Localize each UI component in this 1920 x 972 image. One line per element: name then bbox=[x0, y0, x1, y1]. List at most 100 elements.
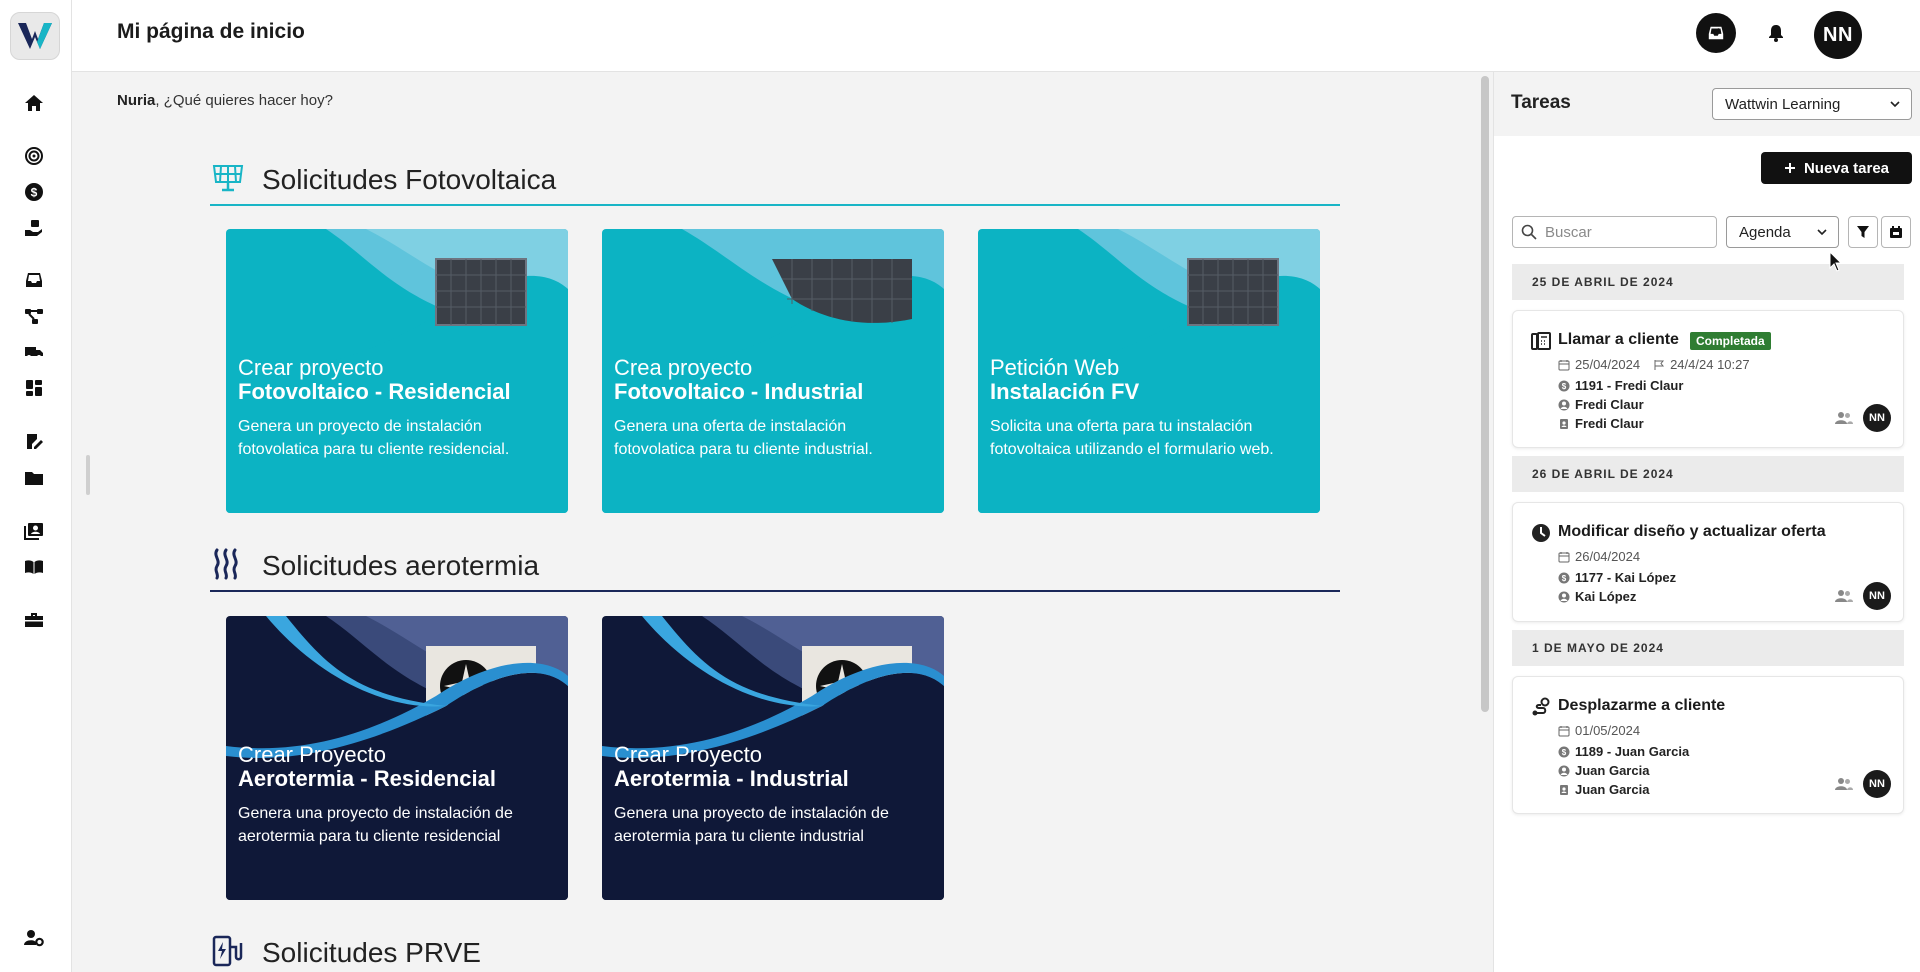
top-header: Mi página de inicio NN bbox=[72, 0, 1920, 72]
task-project: $ 1189 - Juan Garcia bbox=[1558, 744, 1689, 759]
assignee-avatar[interactable]: NN bbox=[1863, 582, 1891, 610]
calendar-button[interactable] bbox=[1881, 216, 1911, 248]
main-scrollbar[interactable] bbox=[1478, 72, 1492, 972]
contacts-icon[interactable] bbox=[22, 519, 46, 543]
task-date: 25/04/2024 bbox=[1575, 357, 1641, 372]
home-icon[interactable] bbox=[22, 91, 46, 115]
task-title: Modificar diseño y actualizar oferta bbox=[1558, 523, 1826, 540]
dollar-icon: $ bbox=[1558, 746, 1570, 757]
page-title: Mi página de inicio bbox=[117, 20, 305, 43]
task-card[interactable]: Llamar a cliente Completada 25/04/2024 2… bbox=[1512, 310, 1904, 448]
contact-card-icon bbox=[1560, 784, 1568, 795]
user-avatar[interactable]: NN bbox=[1814, 11, 1862, 59]
card-fv-industrial[interactable]: Crea proyecto Fotovoltaico - Industrial … bbox=[602, 229, 944, 513]
view-select[interactable]: Agenda bbox=[1726, 216, 1839, 248]
card-title-line1: Crea proyecto bbox=[614, 355, 753, 380]
date-header: 25 DE ABRIL DE 2024 bbox=[1512, 264, 1904, 300]
book-icon[interactable] bbox=[22, 555, 46, 579]
task-contact: Juan Garcia bbox=[1558, 763, 1649, 778]
task-contact-label: Fredi Claur bbox=[1575, 397, 1644, 412]
assignee-avatar[interactable]: NN bbox=[1863, 404, 1891, 432]
plus-icon bbox=[1784, 163, 1795, 173]
notifications-button[interactable] bbox=[1756, 13, 1796, 53]
task-contact-label: Juan Garcia bbox=[1575, 763, 1650, 778]
folder-icon[interactable] bbox=[22, 466, 46, 490]
users-icon bbox=[1835, 412, 1853, 424]
task-project-label: 1189 - Juan Garcia bbox=[1575, 744, 1690, 759]
dollar-icon[interactable]: $ bbox=[22, 180, 46, 204]
task-contact: Kai López bbox=[1558, 589, 1636, 604]
chevron-down-icon bbox=[1890, 101, 1900, 108]
card-title-line2: Aerotermia - Residencial bbox=[238, 766, 496, 791]
date-header: 26 DE ABRIL DE 2024 bbox=[1512, 456, 1904, 492]
toolbox-icon[interactable] bbox=[22, 608, 46, 632]
organization-select[interactable]: Wattwin Learning bbox=[1712, 88, 1912, 120]
filter-button[interactable] bbox=[1848, 216, 1878, 248]
hand-icon[interactable] bbox=[22, 216, 46, 240]
calendar-icon bbox=[1558, 551, 1570, 562]
section-title: Solicitudes PRVE bbox=[262, 937, 481, 968]
card-title-line2: Fotovoltaico - Residencial bbox=[238, 379, 511, 404]
user-settings-icon[interactable] bbox=[22, 926, 46, 950]
scroll-thumb[interactable] bbox=[1481, 76, 1489, 712]
users-icon bbox=[1835, 778, 1853, 790]
mouse-cursor-icon bbox=[1829, 251, 1843, 272]
task-dates: 26/04/2024 bbox=[1558, 549, 1640, 564]
section-title: Solicitudes aerotermia bbox=[262, 550, 540, 581]
section-aerotermia: Solicitudes aerotermia bbox=[210, 540, 1340, 592]
dashboard-icon[interactable] bbox=[22, 376, 46, 400]
task-project-label: 1191 - Fredi Claur bbox=[1575, 378, 1684, 393]
flag-icon bbox=[1654, 359, 1665, 370]
svg-text:$: $ bbox=[31, 186, 38, 200]
task-card[interactable]: Modificar diseño y actualizar oferta 26/… bbox=[1512, 502, 1904, 622]
task-date: 01/05/2024 bbox=[1575, 723, 1641, 738]
inbox-icon[interactable] bbox=[22, 268, 46, 292]
truck-icon[interactable] bbox=[22, 340, 46, 364]
task-deadline: 24/4/24 10:27 bbox=[1670, 357, 1750, 372]
logo-icon bbox=[18, 23, 52, 49]
task-search-input[interactable] bbox=[1512, 216, 1717, 248]
ev-charger-icon bbox=[212, 935, 243, 967]
inbox-button[interactable] bbox=[1696, 13, 1736, 53]
assignee-avatar[interactable]: NN bbox=[1863, 770, 1891, 798]
tasks-title: Tareas bbox=[1511, 92, 1571, 113]
card-description: Genera una proyecto de instalación de ae… bbox=[238, 805, 513, 845]
card-description: Genera una proyecto de instalación de ae… bbox=[614, 805, 889, 845]
date-header: 1 DE MAYO DE 2024 bbox=[1512, 630, 1904, 666]
card-aero-residencial[interactable]: Crear Proyecto Aerotermia - Residencial … bbox=[226, 616, 568, 900]
task-card[interactable]: Desplazarme a cliente 01/05/2024 $ 1189 … bbox=[1512, 676, 1904, 814]
tasks-header: Tareas Wattwin Learning bbox=[1494, 72, 1920, 136]
task-dates: 01/05/2024 bbox=[1558, 723, 1640, 738]
card-description: Genera un proyecto de instalación fotovo… bbox=[238, 418, 510, 458]
task-client: Fredi Claur bbox=[1558, 416, 1644, 431]
card-title-line2: Fotovoltaico - Industrial bbox=[614, 379, 864, 404]
contact-card-icon bbox=[1560, 418, 1568, 429]
task-title: Llamar a cliente bbox=[1558, 331, 1679, 348]
new-task-button[interactable]: Nueva tarea bbox=[1761, 152, 1912, 184]
calendar-icon bbox=[1890, 226, 1902, 238]
task-date: 26/04/2024 bbox=[1575, 549, 1641, 564]
card-description: Solicita una oferta para tu instalación … bbox=[990, 418, 1274, 458]
svg-text:$: $ bbox=[1562, 748, 1567, 757]
target-icon[interactable] bbox=[22, 144, 46, 168]
main-content: Nuria, ¿Qué quieres hacer hoy? Solicitud… bbox=[72, 72, 1478, 972]
search-icon bbox=[1521, 224, 1537, 240]
card-aero-industrial[interactable]: Crear Proyecto Aerotermia - Industrial G… bbox=[602, 616, 944, 900]
section-title: Solicitudes Fotovoltaica bbox=[262, 164, 557, 195]
route-icon bbox=[1532, 697, 1550, 716]
card-description: Genera una oferta de instalación fotovol… bbox=[614, 418, 873, 458]
status-badge: Completada bbox=[1690, 332, 1771, 350]
solar-panel-icon bbox=[212, 165, 244, 192]
calendar-icon bbox=[1558, 359, 1570, 370]
task-contact: Fredi Claur bbox=[1558, 397, 1644, 412]
sign-icon[interactable] bbox=[22, 430, 46, 454]
card-title-line1: Crear proyecto bbox=[238, 355, 384, 380]
wattwin-logo[interactable] bbox=[10, 12, 60, 60]
card-title-line1: Petición Web bbox=[990, 355, 1120, 380]
heat-waves-icon bbox=[214, 548, 238, 580]
phone-icon bbox=[1531, 332, 1551, 350]
flow-icon[interactable] bbox=[22, 304, 46, 328]
dollar-icon: $ bbox=[1558, 380, 1570, 391]
card-peticion-web[interactable]: Petición Web Instalación FV Solicita una… bbox=[978, 229, 1320, 513]
card-fv-residencial[interactable]: Crear proyecto Fotovoltaico - Residencia… bbox=[226, 229, 568, 513]
